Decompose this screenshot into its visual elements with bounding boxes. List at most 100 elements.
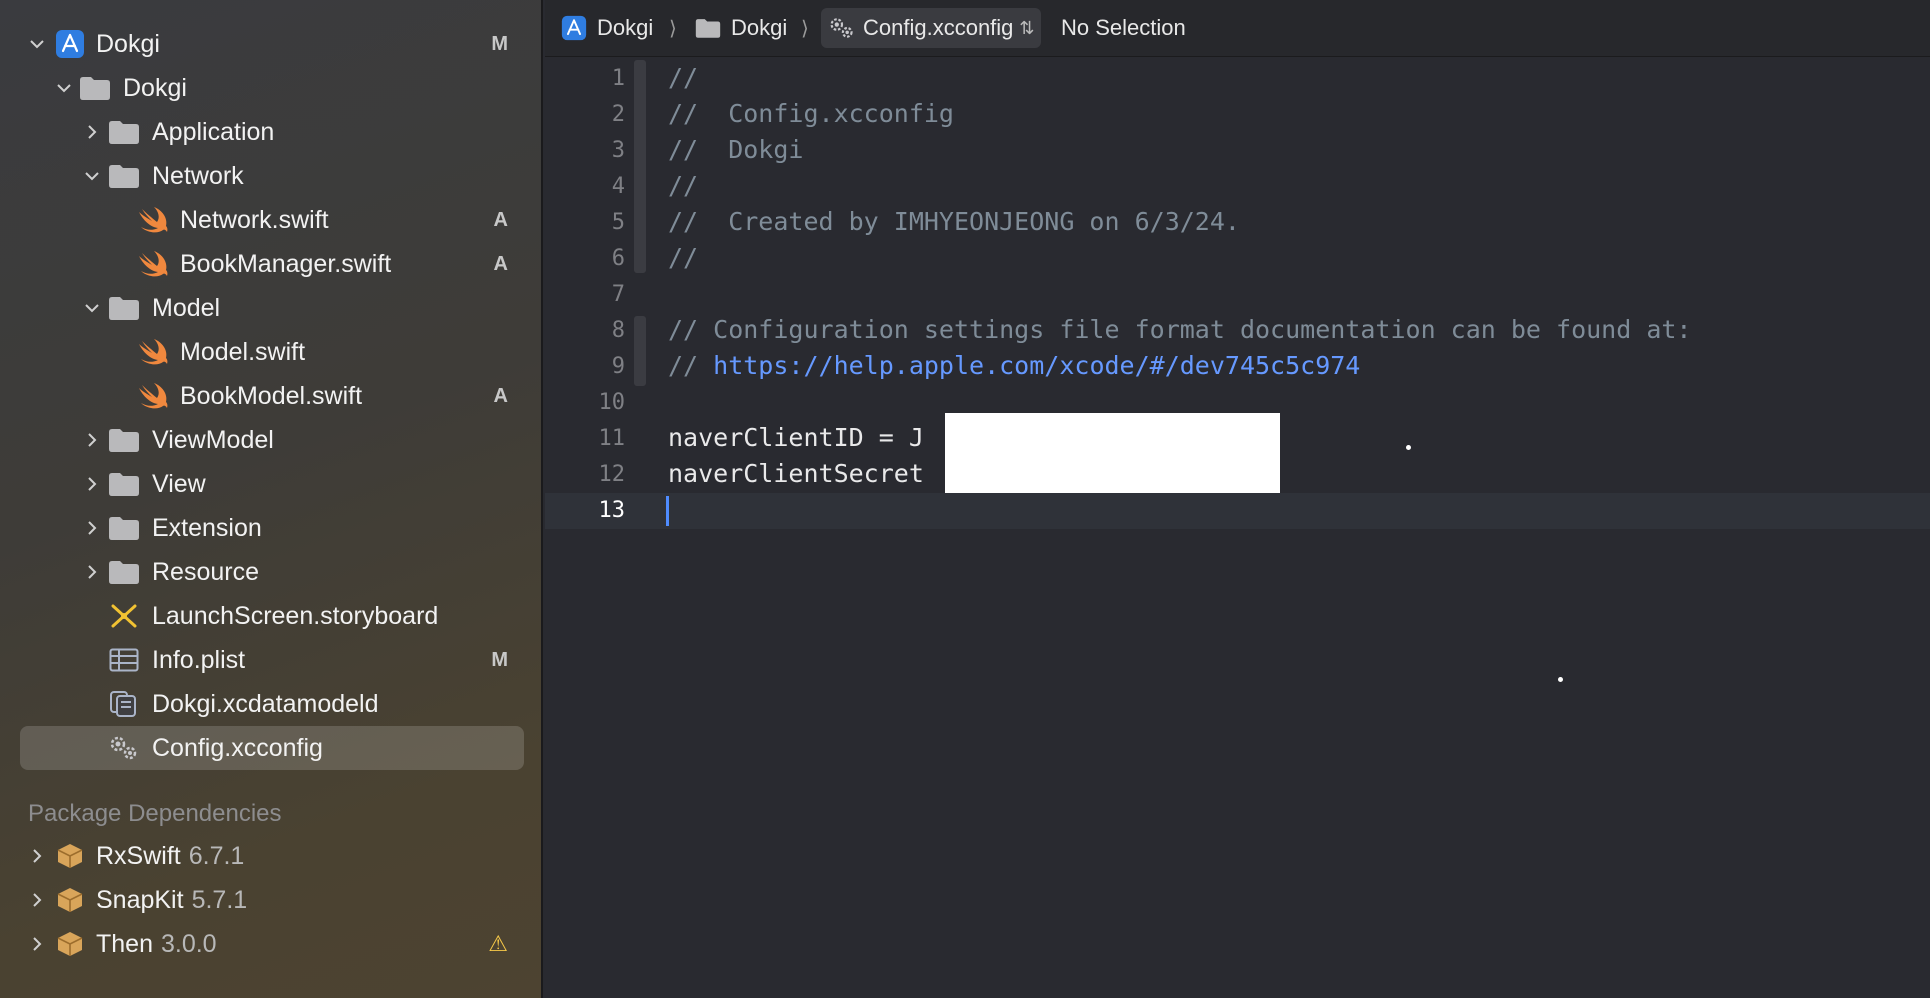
item-label: Config.xcconfig (152, 733, 323, 762)
navigator-item-viewmodel[interactable]: ViewModel (20, 418, 524, 462)
line-number: 4 (611, 174, 625, 199)
code-line: // Dokgi (668, 135, 804, 164)
item-label: BookModel.swift (180, 381, 363, 410)
navigator-item-extension[interactable]: Extension (20, 506, 524, 550)
plist-table-icon (107, 645, 141, 675)
warning-icon[interactable]: ⚠ (488, 931, 508, 957)
chevron-right-icon[interactable] (26, 889, 48, 911)
source-control-badge: A (493, 208, 508, 231)
navigator-item-config-xcconfig[interactable]: Config.xcconfig (20, 726, 524, 770)
navigator-item-info-plist[interactable]: Info.plist M (20, 638, 524, 682)
package-label: Then 3.0.0 (96, 930, 217, 959)
package-name: SnapKit (96, 885, 184, 914)
chevron-down-icon[interactable] (53, 77, 75, 99)
line-number: 9 (611, 354, 625, 379)
line-number: 2 (611, 102, 625, 127)
item-label: Extension (152, 513, 262, 542)
navigator-item-launchscreen[interactable]: LaunchScreen.storyboard (20, 594, 524, 638)
navigator-item-bookmanager-swift[interactable]: BookManager.swift A (20, 242, 524, 286)
package-item-rxswift[interactable]: RxSwift 6.7.1 (20, 834, 524, 878)
swift-file-icon (136, 381, 170, 411)
line-number: 8 (611, 318, 625, 343)
navigator-item-model[interactable]: Model (20, 286, 524, 330)
breadcrumb-project[interactable]: Dokgi (561, 8, 653, 48)
line-number: 3 (611, 138, 625, 163)
package-item-snapkit[interactable]: SnapKit 5.7.1 (20, 878, 524, 922)
package-box-icon (53, 841, 87, 871)
folder-icon (695, 19, 721, 38)
breadcrumb-selection[interactable]: No Selection (1061, 8, 1186, 48)
folder-icon (107, 117, 141, 147)
current-line-highlight (545, 493, 1930, 529)
chevron-right-icon[interactable] (81, 473, 103, 495)
source-editor[interactable]: 1 2 3 4 5 6 7 8 9 10 11 12 13 // // Conf… (545, 58, 1930, 998)
chevron-right-icon[interactable] (81, 121, 103, 143)
breadcrumb-group-label: Dokgi (731, 15, 788, 40)
doc-link[interactable]: https://help.apple.com/xcode/#/dev745c5c… (713, 351, 1360, 380)
code-line: // (668, 63, 699, 92)
code-fold-ribbon[interactable] (634, 316, 646, 386)
line-number: 5 (611, 210, 625, 235)
item-label: LaunchScreen.storyboard (152, 601, 439, 630)
breadcrumb-file-label: Config.xcconfig (863, 15, 1014, 40)
navigator-item-view[interactable]: View (20, 462, 524, 506)
code-fold-ribbon[interactable] (634, 60, 646, 273)
navigator-item-xcdatamodeld[interactable]: Dokgi.xcdatamodeld (20, 682, 524, 726)
folder-icon (107, 293, 141, 323)
stray-dot (1406, 445, 1411, 450)
item-label: Network (152, 161, 244, 190)
line-number-current: 13 (598, 498, 626, 523)
stray-dot (1558, 677, 1563, 682)
code-line: // Configuration settings file format do… (668, 315, 1692, 344)
line-number: 12 (598, 462, 626, 487)
folder-icon (107, 557, 141, 587)
comment-prefix: // (668, 351, 714, 380)
item-label: ViewModel (152, 425, 274, 454)
chevron-right-icon[interactable] (81, 429, 103, 451)
chevron-right-icon[interactable] (81, 561, 103, 583)
navigator-item-application[interactable]: Application (20, 110, 524, 154)
swift-file-icon (136, 249, 170, 279)
gears-icon (830, 18, 853, 38)
breadcrumb-group[interactable]: Dokgi (695, 8, 787, 48)
navigator-item-model-swift[interactable]: Model.swift (20, 330, 524, 374)
folder-icon (78, 73, 112, 103)
package-item-then[interactable]: Then 3.0.0 ⚠ (20, 922, 524, 966)
navigator-group-row[interactable]: Dokgi (20, 66, 524, 110)
chevron-down-icon[interactable] (26, 33, 48, 55)
breadcrumb-separator-icon: ⟩ (801, 18, 809, 40)
line-number: 11 (598, 426, 626, 451)
line-number: 6 (611, 246, 625, 271)
project-name: Dokgi (96, 29, 160, 58)
chevron-right-icon[interactable] (81, 517, 103, 539)
breadcrumb-file[interactable]: Config.xcconfig ⇅ (821, 8, 1041, 48)
breadcrumb-project-label: Dokgi (597, 15, 654, 40)
chevron-right-icon[interactable] (26, 933, 48, 955)
package-version: 5.7.1 (191, 885, 248, 914)
navigator-item-resource[interactable]: Resource (20, 550, 524, 594)
swift-file-icon (136, 205, 170, 235)
chevron-up-down-icon[interactable]: ⇅ (1019, 18, 1034, 39)
package-name: Then (96, 929, 153, 958)
package-label: SnapKit 5.7.1 (96, 886, 247, 915)
item-label: Network.swift (180, 205, 329, 234)
chevron-down-icon[interactable] (81, 165, 103, 187)
group-name: Dokgi (123, 73, 187, 102)
item-label: Resource (152, 557, 259, 586)
source-control-badge: M (491, 32, 508, 55)
navigator-item-bookmodel-swift[interactable]: BookModel.swift A (20, 374, 524, 418)
redacted-secret-overlay (945, 413, 1280, 493)
code-line: // https://help.apple.com/xcode/#/dev745… (668, 351, 1360, 380)
navigator-project-row[interactable]: Dokgi M (20, 22, 524, 66)
code-line: // Config.xcconfig (668, 99, 954, 128)
chevron-right-icon[interactable] (26, 845, 48, 867)
project-navigator: Dokgi M Dokgi Application Network Networ… (0, 0, 543, 998)
navigator-item-network-swift[interactable]: Network.swift A (20, 198, 524, 242)
package-box-icon (53, 929, 87, 959)
jump-bar: Dokgi ⟩ Dokgi ⟩ Config.xcconfig ⇅ No Sel… (545, 0, 1930, 57)
chevron-down-icon[interactable] (81, 297, 103, 319)
line-number: 10 (598, 390, 626, 415)
package-label: RxSwift 6.7.1 (96, 842, 244, 871)
navigator-item-network[interactable]: Network (20, 154, 524, 198)
item-label: BookManager.swift (180, 249, 392, 278)
